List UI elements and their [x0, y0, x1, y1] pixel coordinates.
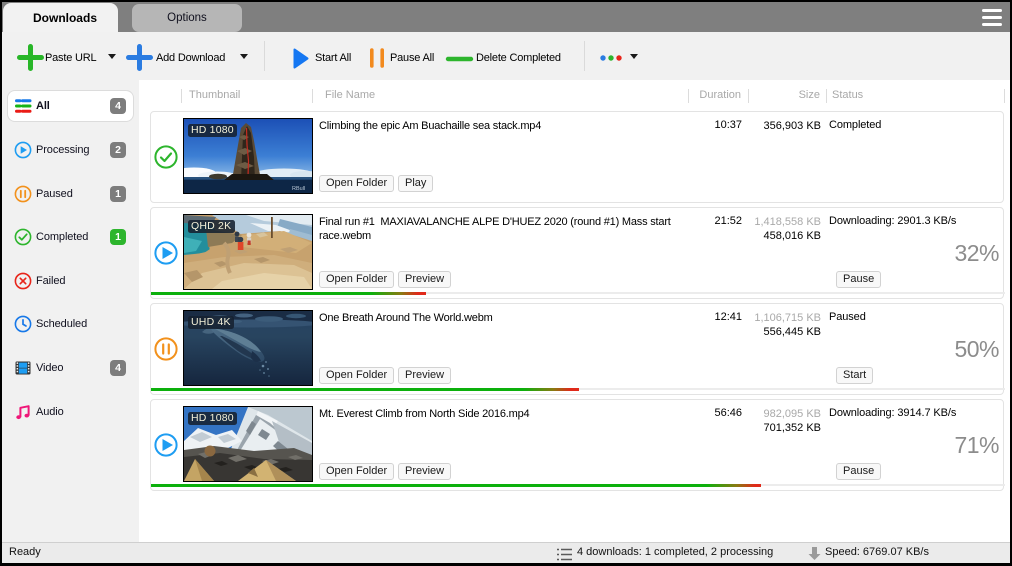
svg-text:RBull: RBull [292, 186, 305, 192]
